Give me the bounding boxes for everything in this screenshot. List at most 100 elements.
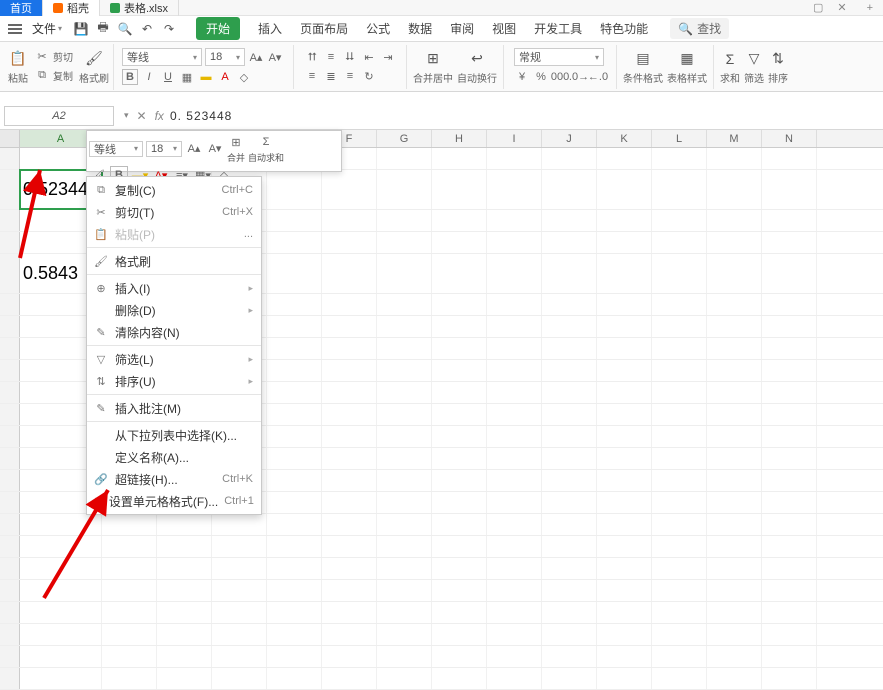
cell-M15[interactable] [707,492,762,513]
tab-formulas[interactable]: 公式 [366,20,390,37]
cell-E23[interactable] [267,668,322,689]
cell-D19[interactable] [212,580,267,601]
cell-L18[interactable] [652,558,707,579]
cell-N20[interactable] [762,602,817,623]
row-header-13[interactable] [0,448,20,469]
row-header-15[interactable] [0,492,20,513]
cell-H1[interactable] [432,148,487,169]
cell-K21[interactable] [597,624,652,645]
cell-F15[interactable] [322,492,377,513]
cell-H16[interactable] [432,514,487,535]
cell-I23[interactable] [487,668,542,689]
cell-B20[interactable] [102,602,157,623]
cell-H4[interactable] [432,232,487,253]
cell-N13[interactable] [762,448,817,469]
cell-L1[interactable] [652,148,707,169]
cell-J16[interactable] [542,514,597,535]
decrease-font-icon[interactable]: A▾ [267,49,283,65]
cell-N14[interactable] [762,470,817,491]
cell-L19[interactable] [652,580,707,601]
cell-N1[interactable] [762,148,817,169]
cell-N7[interactable] [762,316,817,337]
row-header-8[interactable] [0,338,20,359]
indent-dec-icon[interactable]: ⇤ [361,49,377,65]
cell-G3[interactable] [377,210,432,231]
row-header-14[interactable] [0,470,20,491]
cell-J3[interactable] [542,210,597,231]
cell-E15[interactable] [267,492,322,513]
cell-N8[interactable] [762,338,817,359]
cell-E17[interactable] [267,536,322,557]
fx-dropdown-icon[interactable]: ▾ [124,110,129,121]
cell-K10[interactable] [597,382,652,403]
ctx-filter[interactable]: ▽筛选(L)▸ [87,348,261,370]
row-header-5[interactable] [0,254,20,293]
cell-N21[interactable] [762,624,817,645]
cell-J13[interactable] [542,448,597,469]
cell-H17[interactable] [432,536,487,557]
cell-E9[interactable] [267,360,322,381]
cell-I21[interactable] [487,624,542,645]
cell-F19[interactable] [322,580,377,601]
cell-F12[interactable] [322,426,377,447]
cell-L22[interactable] [652,646,707,667]
cell-F6[interactable] [322,294,377,315]
col-header-M[interactable]: M [707,130,762,147]
tab-home[interactable]: 首页 [0,0,43,16]
cell-G5[interactable] [377,254,432,293]
name-box[interactable]: A2 [4,106,114,126]
table-format-button[interactable]: ▦表格样式 [667,49,707,85]
row-header-2[interactable] [0,170,20,209]
cell-I8[interactable] [487,338,542,359]
cell-K23[interactable] [597,668,652,689]
cell-F4[interactable] [322,232,377,253]
cell-F7[interactable] [322,316,377,337]
cell-N2[interactable] [762,170,817,209]
cell-L6[interactable] [652,294,707,315]
cell-L21[interactable] [652,624,707,645]
border-button[interactable]: ▦ [179,69,195,85]
cell-M2[interactable] [707,170,762,209]
cell-G14[interactable] [377,470,432,491]
cell-A18[interactable] [20,558,102,579]
cell-C22[interactable] [157,646,212,667]
cell-I15[interactable] [487,492,542,513]
cell-I17[interactable] [487,536,542,557]
cell-J14[interactable] [542,470,597,491]
cell-J11[interactable] [542,404,597,425]
cell-M8[interactable] [707,338,762,359]
cell-J4[interactable] [542,232,597,253]
row-header-23[interactable] [0,668,20,689]
cell-A21[interactable] [20,624,102,645]
cell-K17[interactable] [597,536,652,557]
cell-K1[interactable] [597,148,652,169]
ctx-define-name[interactable]: 定义名称(A)... [87,446,261,468]
cell-C21[interactable] [157,624,212,645]
cell-J1[interactable] [542,148,597,169]
row-header-3[interactable] [0,210,20,231]
cell-C17[interactable] [157,536,212,557]
cell-L15[interactable] [652,492,707,513]
cell-B22[interactable] [102,646,157,667]
cell-I20[interactable] [487,602,542,623]
ctx-format-painter[interactable]: 🖌格式刷 [87,250,261,272]
filter-button[interactable]: ▽筛选 [744,49,764,85]
cell-K9[interactable] [597,360,652,381]
cell-M22[interactable] [707,646,762,667]
cell-L8[interactable] [652,338,707,359]
cell-H12[interactable] [432,426,487,447]
cell-E4[interactable] [267,232,322,253]
cell-H7[interactable] [432,316,487,337]
italic-button[interactable]: I [141,69,157,85]
cell-L16[interactable] [652,514,707,535]
cell-G22[interactable] [377,646,432,667]
cell-H22[interactable] [432,646,487,667]
col-header-K[interactable]: K [597,130,652,147]
cell-K4[interactable] [597,232,652,253]
cell-I22[interactable] [487,646,542,667]
cell-N22[interactable] [762,646,817,667]
cell-F21[interactable] [322,624,377,645]
cell-K16[interactable] [597,514,652,535]
cell-A22[interactable] [20,646,102,667]
cell-M18[interactable] [707,558,762,579]
